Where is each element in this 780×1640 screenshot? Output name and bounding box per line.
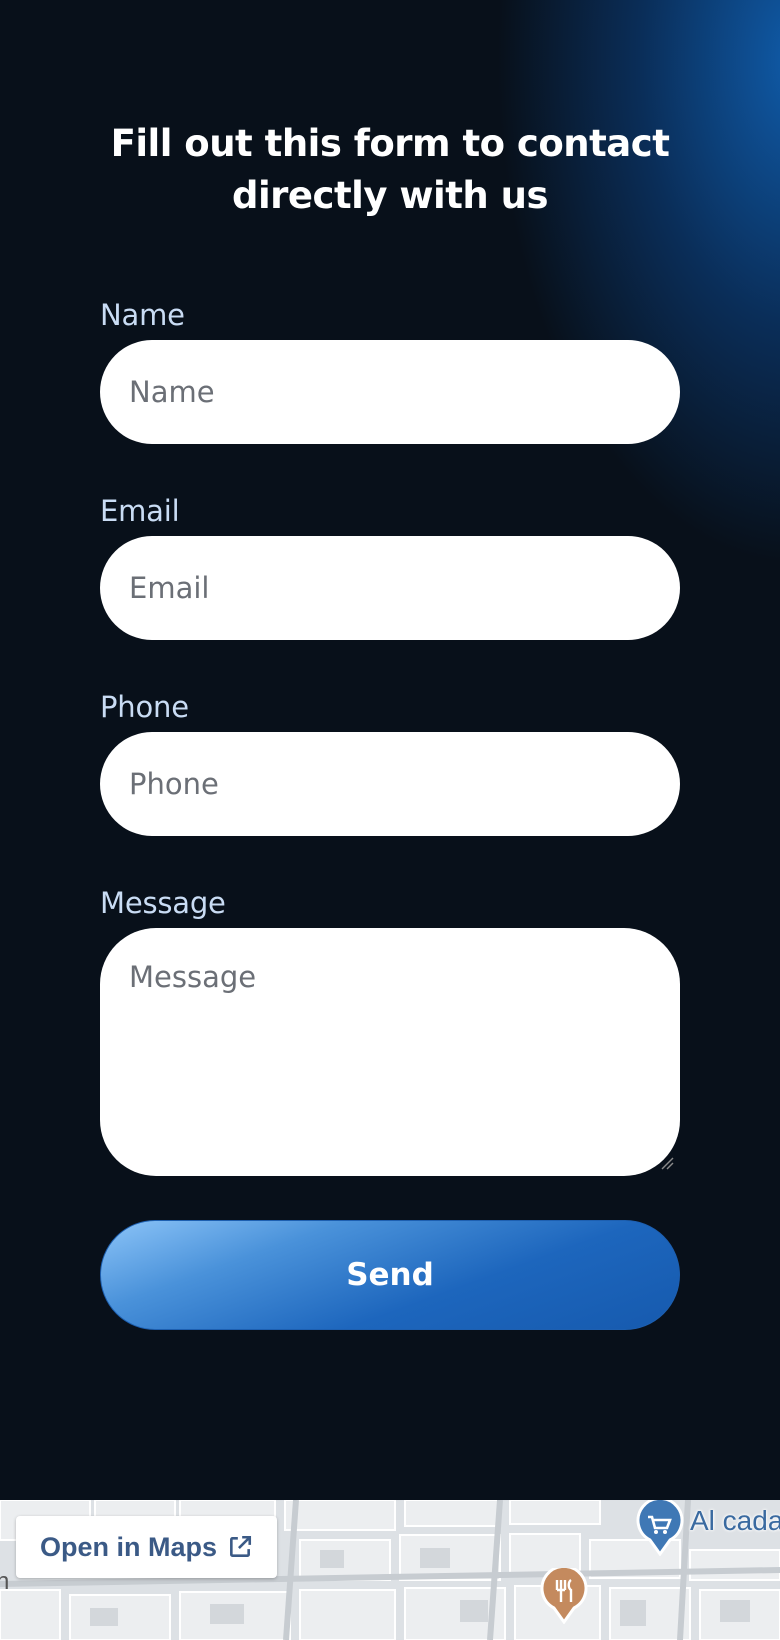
open-in-maps-button[interactable]: Open in Maps — [16, 1516, 278, 1578]
contact-form-section: Fill out this form to contact directly w… — [0, 0, 780, 1500]
map-edge-label: n — [0, 1568, 10, 1595]
shopping-cart-icon[interactable] — [636, 1500, 684, 1556]
resize-handle-icon[interactable] — [660, 1156, 674, 1170]
form-title: Fill out this form to contact directly w… — [110, 122, 670, 217]
message-textarea[interactable] — [100, 928, 680, 1176]
name-input[interactable] — [100, 340, 680, 444]
open-in-maps-label: Open in Maps — [40, 1531, 218, 1562]
email-input[interactable] — [100, 536, 680, 640]
phone-label: Phone — [100, 690, 189, 724]
external-link-icon — [230, 1535, 252, 1557]
phone-input[interactable] — [100, 732, 680, 836]
email-label: Email — [100, 494, 180, 528]
message-label: Message — [100, 886, 226, 920]
send-button[interactable]: Send — [100, 1220, 680, 1330]
name-label: Name — [100, 298, 185, 332]
map-place-label: Al cada — [690, 1505, 780, 1536]
restaurant-icon[interactable] — [540, 1568, 588, 1624]
